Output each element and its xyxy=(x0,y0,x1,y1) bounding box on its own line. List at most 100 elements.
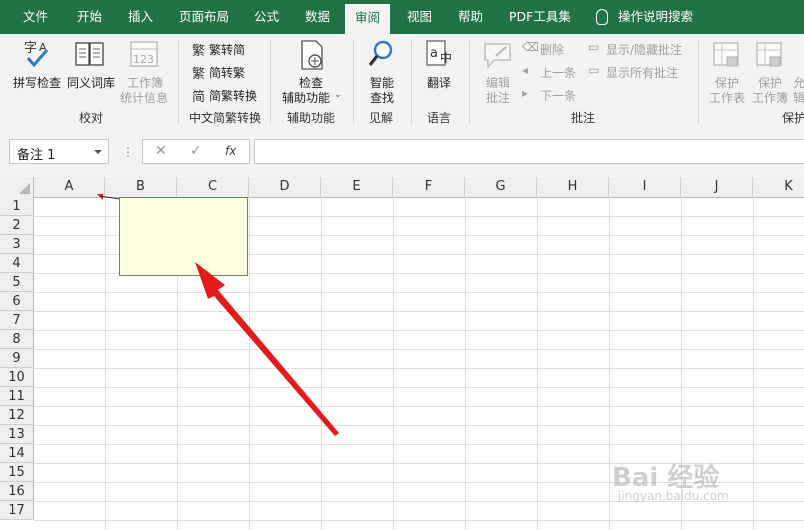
row-header-10[interactable]: 10 xyxy=(0,368,34,387)
column-header-c[interactable]: C xyxy=(177,177,249,197)
edit-comment-icon xyxy=(484,43,511,69)
insert-function-button[interactable]: fx xyxy=(225,144,236,158)
allow-edit-ranges-label-2: 辑 xyxy=(793,91,804,105)
row-header-12[interactable]: 12 xyxy=(0,406,34,425)
group-divider xyxy=(411,40,412,124)
row-header-8[interactable]: 8 xyxy=(0,330,34,349)
delete-comment-button: 删除 xyxy=(540,43,565,57)
row-header-13[interactable]: 13 xyxy=(0,425,34,444)
row-header-3[interactable]: 3 xyxy=(0,235,34,254)
column-header-a[interactable]: A xyxy=(34,177,105,197)
traditional-to-simplified-button[interactable]: 繁转简 xyxy=(209,41,245,58)
gridline xyxy=(465,197,466,530)
enter-icon[interactable]: ✓ xyxy=(190,143,202,159)
traditional-glyph-icon: 繁 xyxy=(192,44,206,59)
workbook-statistics-label-2: 统计信息 xyxy=(120,91,169,105)
next-comment-icon: ▸ xyxy=(522,86,529,100)
edit-comment-label-2: 批注 xyxy=(486,91,511,105)
protect-group-label: 保护 xyxy=(782,111,804,125)
column-header-g[interactable]: G xyxy=(465,177,537,197)
gridline xyxy=(34,520,804,521)
column-header-f[interactable]: F xyxy=(393,177,465,197)
tab-review[interactable]: 审阅 xyxy=(345,4,391,34)
column-header-h[interactable]: H xyxy=(537,177,609,197)
chevron-down-icon[interactable] xyxy=(94,150,102,154)
tab-view[interactable]: 视图 xyxy=(407,0,432,34)
formula-input[interactable] xyxy=(254,139,804,164)
row-header-11[interactable]: 11 xyxy=(0,387,34,406)
gridline xyxy=(34,425,804,426)
tab-formulas[interactable]: 公式 xyxy=(254,0,279,34)
protect-sheet-label-2: 工作表 xyxy=(709,91,746,105)
worksheet-grid[interactable]: A B C D E F G H I J K 1 2 3 4 5 6 7 8 9 … xyxy=(0,177,804,530)
column-header-d[interactable]: D xyxy=(249,177,321,197)
row-header-17[interactable]: 17 xyxy=(0,501,34,520)
spelling-check-button[interactable]: 拼写检查 xyxy=(13,74,61,91)
name-box[interactable]: 备注 1 xyxy=(9,139,109,164)
row-header-16[interactable]: 16 xyxy=(0,482,34,501)
column-header-j[interactable]: J xyxy=(681,177,753,197)
ribbon-tab-bar: 文件 开始 插入 页面布局 公式 数据 审阅 视图 帮助 PDF工具集 操作说明… xyxy=(0,0,804,34)
smart-lookup-label-2[interactable]: 查找 xyxy=(370,89,394,106)
row-header-15[interactable]: 15 xyxy=(0,463,34,482)
group-divider xyxy=(469,40,470,124)
tab-pdf-tools[interactable]: PDF工具集 xyxy=(509,0,571,34)
ribbon-review: 字 A 拼写检查 同义词库 123 工作簿 统计信息 校对 繁 繁转简 繁 简转… xyxy=(0,34,804,128)
tell-me-search[interactable]: 操作说明搜索 xyxy=(596,0,693,34)
thesaurus-icon xyxy=(75,42,104,66)
tab-home[interactable]: 开始 xyxy=(77,0,102,34)
formula-buttons: ✕ ✓ fx xyxy=(142,139,250,164)
gridline xyxy=(34,387,804,388)
protect-workbook-icon xyxy=(756,42,782,67)
column-header-i[interactable]: I xyxy=(609,177,681,197)
svg-text:123: 123 xyxy=(133,53,154,66)
gridline xyxy=(393,197,394,530)
column-header-e[interactable]: E xyxy=(321,177,393,197)
group-divider xyxy=(178,40,179,124)
gridline xyxy=(34,330,804,331)
tab-help[interactable]: 帮助 xyxy=(458,0,483,34)
previous-comment-icon: ◂ xyxy=(522,63,529,77)
lightbulb-icon xyxy=(596,8,608,25)
row-header-6[interactable]: 6 xyxy=(0,292,34,311)
chevron-down-icon: ⌄ xyxy=(334,90,342,100)
row-header-7[interactable]: 7 xyxy=(0,311,34,330)
comments-group-label: 批注 xyxy=(571,111,596,125)
tab-data[interactable]: 数据 xyxy=(305,0,330,34)
annotation-arrow xyxy=(195,262,339,436)
row-header-9[interactable]: 9 xyxy=(0,349,34,368)
gridline xyxy=(537,197,538,530)
gridline xyxy=(34,349,804,350)
insights-group-label: 见解 xyxy=(369,111,394,125)
show-all-comments-icon: ▭ xyxy=(588,63,600,77)
tab-file[interactable]: 文件 xyxy=(23,0,48,34)
column-header-k[interactable]: K xyxy=(753,177,804,197)
tab-insert[interactable]: 插入 xyxy=(128,0,153,34)
protect-sheet-icon xyxy=(713,42,739,67)
svg-text:a: a xyxy=(430,46,438,61)
thesaurus-button[interactable]: 同义词库 xyxy=(67,74,115,91)
cancel-icon[interactable]: ✕ xyxy=(155,143,167,159)
row-header-5[interactable]: 5 xyxy=(0,273,34,292)
translate-button[interactable]: 翻译 xyxy=(427,74,451,91)
check-accessibility-label-2[interactable]: 辅助功能 xyxy=(282,89,330,106)
gridline xyxy=(105,197,106,530)
spelling-check-icon: 字 A xyxy=(24,41,49,68)
chinese-conversion-button[interactable]: 简繁转换 xyxy=(209,87,257,104)
gridline xyxy=(34,368,804,369)
gridline xyxy=(753,197,754,530)
column-header-b[interactable]: B xyxy=(105,177,177,197)
tab-page-layout[interactable]: 页面布局 xyxy=(179,0,229,34)
gridline xyxy=(34,444,804,445)
select-all-corner[interactable] xyxy=(0,177,34,197)
simplified-glyph-icon: 繁 xyxy=(192,67,206,82)
row-header-14[interactable]: 14 xyxy=(0,444,34,463)
row-header-1[interactable]: 1 xyxy=(0,197,34,216)
formula-bar-resize-handle[interactable]: ⋮ xyxy=(122,145,134,159)
simplified-to-traditional-button[interactable]: 简转繁 xyxy=(209,64,245,81)
row-header-4[interactable]: 4 xyxy=(0,254,34,273)
row-header-2[interactable]: 2 xyxy=(0,216,34,235)
show-hide-comment-button: 显示/隐藏批注 xyxy=(606,43,683,57)
accessibility-check-icon xyxy=(301,40,323,70)
gridline xyxy=(609,197,610,530)
